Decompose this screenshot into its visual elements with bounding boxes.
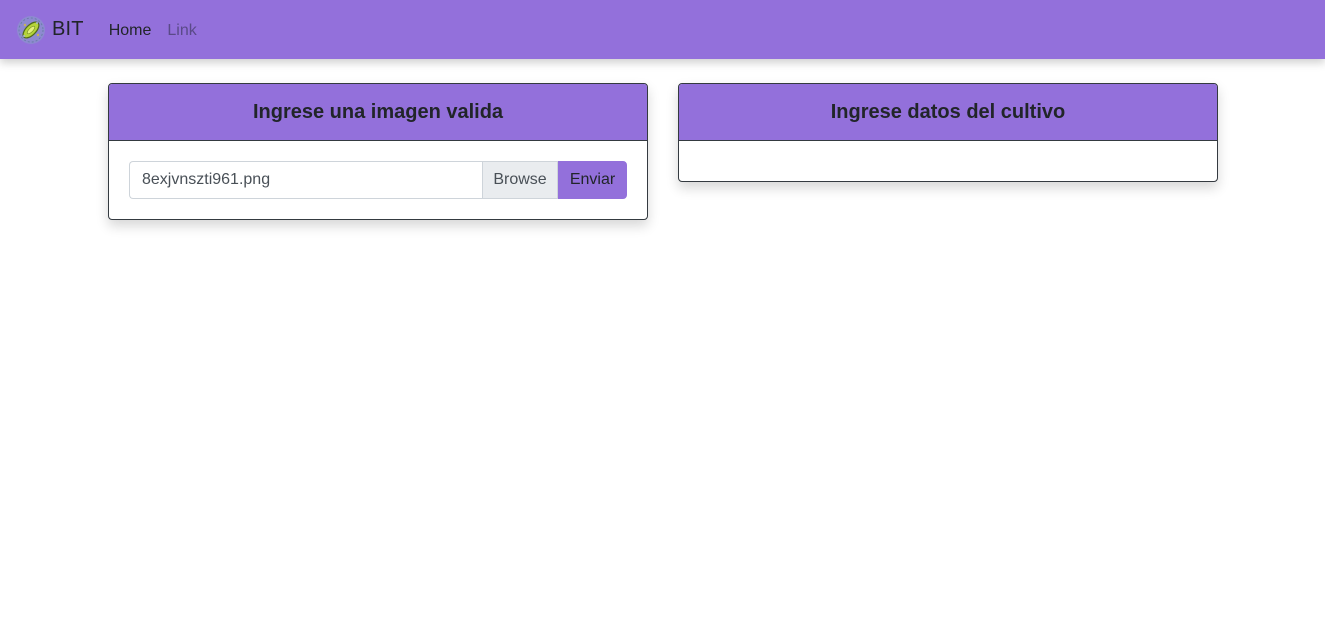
crop-card-header: Ingrese datos del cultivo [679,84,1217,141]
crop-card-title: Ingrese datos del cultivo [830,100,1066,123]
browse-button[interactable]: Browse [482,161,558,199]
crop-data-card: Ingrese datos del cultivo [678,83,1218,182]
brand-link[interactable]: BIT [16,15,84,45]
nav-link-home[interactable]: Home [101,22,160,40]
image-card-title: Ingrese una imagen valida [252,100,504,123]
file-input-group: 8exjvnszti961.png Browse Enviar [129,161,627,199]
nav-link-link[interactable]: Link [159,22,204,40]
crop-card-body [679,141,1217,181]
file-input[interactable]: 8exjvnszti961.png [129,161,482,199]
image-upload-card: Ingrese una imagen valida 8exjvnszti961.… [108,83,648,220]
navbar: BIT Home Link [0,0,1325,59]
image-card-header: Ingrese una imagen valida [109,84,647,141]
brand-text: BIT [52,18,84,40]
bacteria-logo-icon [17,15,45,44]
submit-button[interactable]: Enviar [558,161,627,199]
nav-links: Home Link [101,22,205,40]
image-card-body: 8exjvnszti961.png Browse Enviar [109,141,647,219]
